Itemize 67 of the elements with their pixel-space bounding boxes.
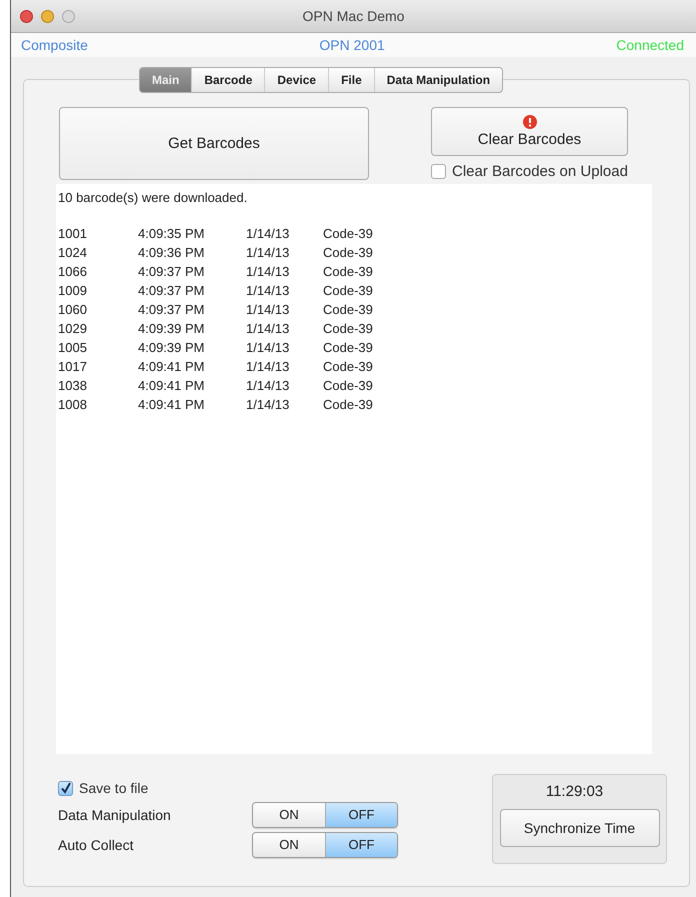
scan-time: 4:09:41 PM bbox=[138, 359, 206, 374]
tab[interactable]: Data Manipulation bbox=[374, 68, 502, 92]
symbology: Code-39 bbox=[323, 321, 374, 336]
symbology: Code-39 bbox=[323, 283, 374, 298]
synchronize-button[interactable]: Synchronize Time bbox=[500, 809, 660, 847]
barcode-value: 1008 bbox=[58, 397, 88, 412]
minimize-icon[interactable] bbox=[41, 10, 54, 22]
scan-time: 4:09:39 PM bbox=[138, 340, 206, 355]
clear-barcodes-button[interactable]: Clear Barcodes bbox=[431, 107, 628, 156]
symbology: Code-39 bbox=[323, 226, 374, 241]
barcode-value: 1005 bbox=[58, 340, 88, 355]
tab[interactable]: Device bbox=[264, 68, 328, 92]
scan-date: 1/14/13 bbox=[246, 226, 290, 241]
barcode-value: 1024 bbox=[58, 245, 88, 260]
scan-time: 4:09:41 PM bbox=[138, 378, 206, 393]
checkbox-label: Clear Barcodes on Upload bbox=[452, 163, 628, 180]
symbology: Code-39 bbox=[323, 264, 374, 279]
scan-date: 1/14/13 bbox=[246, 359, 290, 374]
on-segment[interactable]: ON bbox=[253, 802, 325, 826]
scan-time: 4:09:37 PM bbox=[138, 264, 206, 279]
summary-text: 10 barcode(s) were downloaded. bbox=[58, 190, 248, 205]
scan-date: 1/14/13 bbox=[246, 321, 290, 336]
barcode-value: 1060 bbox=[58, 302, 88, 317]
scan-time: 4:09:36 PM bbox=[138, 245, 206, 260]
toggle-label: Data Manipulation bbox=[58, 806, 172, 822]
barcode-value: 1017 bbox=[58, 359, 88, 374]
barcode-value: 1066 bbox=[58, 264, 88, 279]
symbology: Code-39 bbox=[323, 340, 374, 355]
tab[interactable]: Barcode bbox=[191, 68, 264, 92]
clock-time: 11:29:03 bbox=[546, 783, 604, 800]
barcode-value: 1001 bbox=[58, 226, 88, 241]
scan-date: 1/14/13 bbox=[246, 378, 290, 393]
checkbox[interactable] bbox=[58, 780, 73, 796]
symbology: Code-39 bbox=[323, 245, 374, 260]
symbology: Code-39 bbox=[323, 359, 374, 374]
scan-time: 4:09:39 PM bbox=[138, 321, 206, 336]
alert-icon bbox=[522, 115, 536, 129]
close-icon[interactable] bbox=[20, 10, 33, 22]
device-label: OPN 2001 bbox=[319, 37, 385, 53]
scan-date: 1/14/13 bbox=[246, 302, 290, 317]
connection-status: Connected bbox=[616, 37, 684, 53]
window-title: OPN Mac Demo bbox=[302, 8, 404, 24]
off-segment[interactable]: OFF bbox=[325, 832, 397, 856]
checkbox[interactable] bbox=[431, 164, 446, 179]
scan-time: 4:09:37 PM bbox=[138, 302, 206, 317]
tab[interactable]: File bbox=[328, 68, 374, 92]
scan-time: 4:09:37 PM bbox=[138, 283, 206, 298]
mode-label: Composite bbox=[21, 37, 88, 53]
scan-time: 4:09:35 PM bbox=[138, 226, 206, 241]
on-segment[interactable]: ON bbox=[253, 832, 325, 856]
scan-date: 1/14/13 bbox=[246, 340, 290, 355]
scan-date: 1/14/13 bbox=[246, 264, 290, 279]
scan-date: 1/14/13 bbox=[246, 283, 290, 298]
symbology: Code-39 bbox=[323, 397, 374, 412]
checkbox-label: Save to file bbox=[79, 780, 148, 796]
scan-date: 1/14/13 bbox=[246, 245, 290, 260]
symbology: Code-39 bbox=[323, 302, 374, 317]
scan-time: 4:09:41 PM bbox=[138, 397, 206, 412]
barcode-value: 1009 bbox=[58, 283, 88, 298]
symbology: Code-39 bbox=[323, 378, 374, 393]
get-barcodes-button[interactable]: Get Barcodes bbox=[59, 107, 369, 180]
off-segment[interactable]: OFF bbox=[325, 802, 397, 826]
toggle-label: Auto Collect bbox=[58, 836, 134, 852]
scan-date: 1/14/13 bbox=[246, 397, 290, 412]
barcode-value: 1038 bbox=[58, 378, 88, 393]
zoom-icon[interactable] bbox=[62, 10, 75, 22]
barcode-value: 1029 bbox=[58, 321, 88, 336]
